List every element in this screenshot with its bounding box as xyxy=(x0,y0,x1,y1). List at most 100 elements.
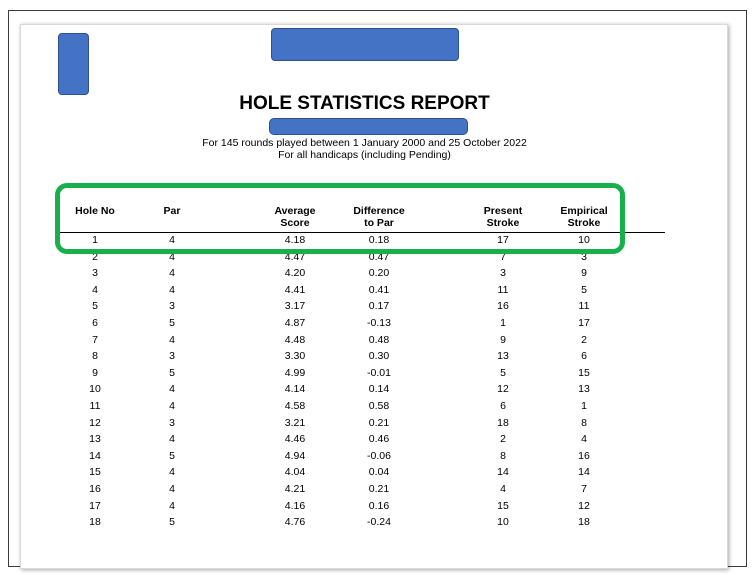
cell-empirical-stroke: 1 xyxy=(581,400,587,412)
report-title: HOLE STATISTICS REPORT xyxy=(239,93,490,114)
cell-average-score: 4.14 xyxy=(284,383,306,396)
cell-par: 4 xyxy=(169,234,175,246)
header-difference-to-par: Difference to Par xyxy=(353,205,405,229)
cell-difference-to-par: 0.18 xyxy=(368,234,390,246)
cell-hole-no: 7 xyxy=(92,333,98,346)
cell-hole-no: 16 xyxy=(89,483,101,495)
cell-par: 5 xyxy=(169,317,175,329)
cell-average-score: 4.94 xyxy=(284,449,306,462)
cell-hole-no: 8 xyxy=(92,350,98,363)
table-row: 11 4 4.58 0.58 6 1 xyxy=(0,400,729,416)
table-row: 9 5 4.99 -0.01 5 15 xyxy=(0,367,729,383)
cell-hole-no: 18 xyxy=(89,516,101,529)
cell-par: 3 xyxy=(169,416,175,429)
cell-present-stroke: 10 xyxy=(497,516,509,529)
cell-hole-no: 14 xyxy=(89,449,101,462)
cell-difference-to-par: 0.16 xyxy=(368,499,390,512)
cell-present-stroke: 3 xyxy=(500,267,506,280)
cell-par: 4 xyxy=(169,433,175,446)
cell-difference-to-par: 0.04 xyxy=(368,466,390,479)
cell-present-stroke: 14 xyxy=(497,466,509,479)
cell-average-score: 4.47 xyxy=(284,250,306,263)
table-row: 15 4 4.04 0.04 14 14 xyxy=(0,466,729,482)
header-par: Par xyxy=(163,205,181,217)
cell-average-score: 4.87 xyxy=(284,317,306,329)
cell-present-stroke: 8 xyxy=(500,449,506,462)
table-row: 7 4 4.48 0.48 9 2 xyxy=(0,334,729,350)
cell-present-stroke: 5 xyxy=(500,366,506,379)
cell-present-stroke: 13 xyxy=(497,350,509,363)
cell-empirical-stroke: 10 xyxy=(578,234,590,246)
cell-par: 4 xyxy=(169,383,175,396)
table-row: 16 4 4.21 0.21 4 7 xyxy=(0,483,729,499)
cell-par: 4 xyxy=(169,250,175,263)
cell-average-score: 4.76 xyxy=(284,516,306,529)
header-hole-no: Hole No xyxy=(75,205,115,217)
cell-present-stroke: 9 xyxy=(500,333,506,346)
cell-difference-to-par: 0.21 xyxy=(368,483,390,495)
cell-present-stroke: 4 xyxy=(500,483,506,495)
table-row: 13 4 4.46 0.46 2 4 xyxy=(0,433,729,449)
table-row: 18 5 4.76 -0.24 10 18 xyxy=(0,516,729,532)
cell-empirical-stroke: 13 xyxy=(578,383,590,396)
cell-present-stroke: 6 xyxy=(500,400,506,412)
cell-empirical-stroke: 14 xyxy=(578,466,590,479)
cell-difference-to-par: -0.01 xyxy=(367,366,391,379)
header-divider xyxy=(60,232,665,233)
cell-empirical-stroke: 5 xyxy=(581,283,587,296)
cell-hole-no: 1 xyxy=(92,234,98,246)
cell-empirical-stroke: 8 xyxy=(581,416,587,429)
cell-par: 4 xyxy=(169,499,175,512)
redacted-logo xyxy=(58,33,89,95)
header-empirical-stroke: Empirical Stroke xyxy=(560,205,608,229)
cell-empirical-stroke: 18 xyxy=(578,516,590,529)
table-row: 1 4 4.18 0.18 17 10 xyxy=(0,234,729,250)
table-row: 2 4 4.47 0.47 7 3 xyxy=(0,251,729,267)
table-row: 4 4 4.41 0.41 11 5 xyxy=(0,284,729,300)
cell-average-score: 4.58 xyxy=(284,400,306,412)
report-subtitle-handicaps: For all handicaps (including Pending) xyxy=(278,149,451,161)
cell-empirical-stroke: 7 xyxy=(581,483,587,495)
cell-hole-no: 12 xyxy=(89,416,101,429)
cell-empirical-stroke: 3 xyxy=(581,250,587,263)
report-subtitle-rounds: For 145 rounds played between 1 January … xyxy=(202,137,527,149)
table-row: 8 3 3.30 0.30 13 6 xyxy=(0,350,729,366)
cell-present-stroke: 12 xyxy=(497,383,509,396)
cell-hole-no: 11 xyxy=(89,400,101,412)
cell-present-stroke: 2 xyxy=(500,433,506,446)
cell-hole-no: 2 xyxy=(92,250,98,263)
cell-empirical-stroke: 16 xyxy=(578,449,590,462)
table-row: 17 4 4.16 0.16 15 12 xyxy=(0,500,729,516)
cell-average-score: 4.46 xyxy=(284,433,306,446)
cell-par: 4 xyxy=(169,267,175,280)
cell-present-stroke: 15 xyxy=(497,499,509,512)
cell-present-stroke: 18 xyxy=(497,416,509,429)
cell-difference-to-par: -0.06 xyxy=(367,449,391,462)
cell-par: 5 xyxy=(169,516,175,529)
cell-empirical-stroke: 9 xyxy=(581,267,587,280)
header-average-score: Average Score xyxy=(274,205,316,229)
cell-hole-no: 15 xyxy=(89,466,101,479)
cell-average-score: 3.21 xyxy=(284,416,306,429)
cell-difference-to-par: 0.41 xyxy=(368,283,390,296)
redacted-club-name xyxy=(271,28,459,61)
table-row: 12 3 3.21 0.21 18 8 xyxy=(0,417,729,433)
cell-average-score: 4.41 xyxy=(284,283,306,296)
table-row: 14 5 4.94 -0.06 8 16 xyxy=(0,450,729,466)
cell-hole-no: 6 xyxy=(92,317,98,329)
cell-par: 4 xyxy=(169,466,175,479)
cell-empirical-stroke: 12 xyxy=(578,499,590,512)
cell-par: 5 xyxy=(169,449,175,462)
cell-empirical-stroke: 2 xyxy=(581,333,587,346)
cell-difference-to-par: 0.48 xyxy=(368,333,390,346)
cell-average-score: 4.18 xyxy=(284,234,306,246)
table-row: 5 3 3.17 0.17 16 11 xyxy=(0,300,729,316)
cell-empirical-stroke: 15 xyxy=(578,366,590,379)
cell-empirical-stroke: 11 xyxy=(578,300,590,313)
cell-present-stroke: 1 xyxy=(500,317,506,329)
cell-difference-to-par: 0.17 xyxy=(368,300,390,313)
cell-present-stroke: 17 xyxy=(497,234,509,246)
cell-average-score: 3.17 xyxy=(284,300,306,313)
cell-par: 3 xyxy=(169,350,175,363)
header-present-stroke: Present Stroke xyxy=(483,205,523,229)
